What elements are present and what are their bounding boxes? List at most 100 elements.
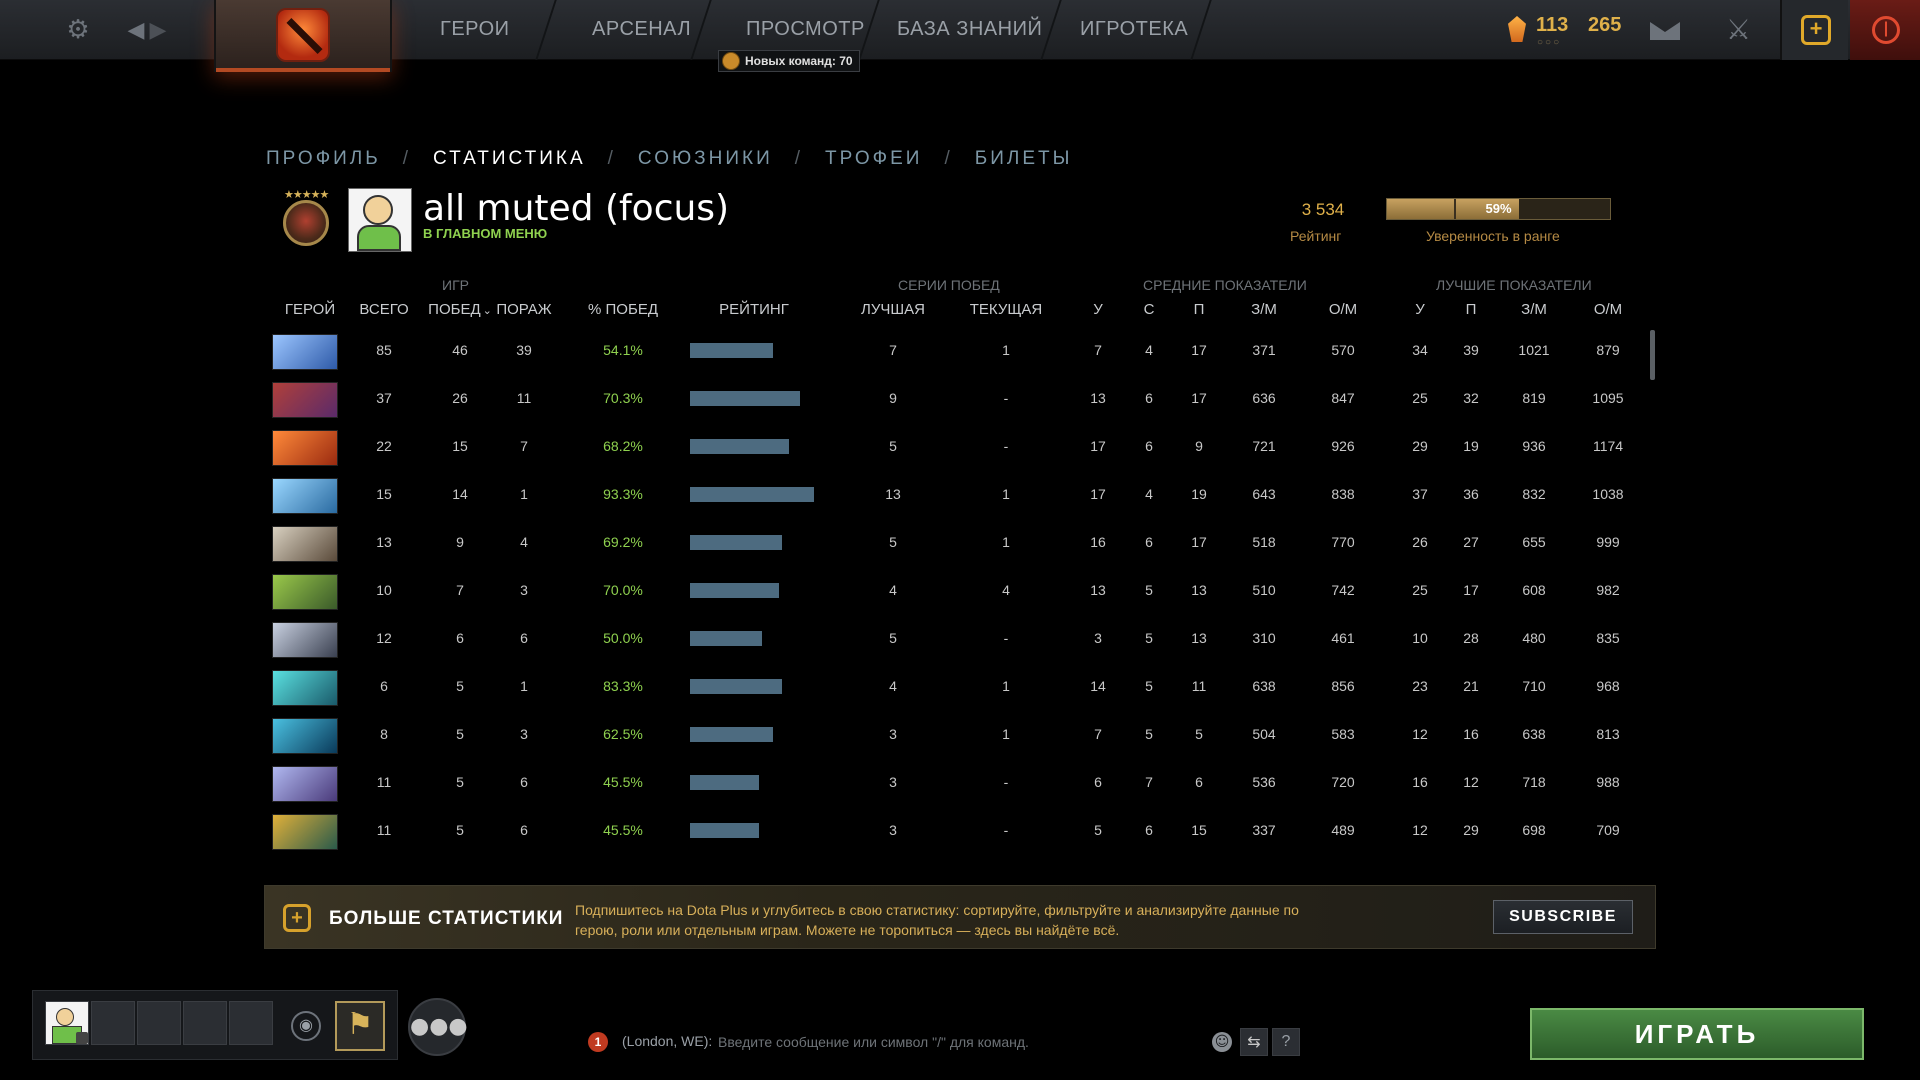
cell-k: 13 <box>1090 390 1106 406</box>
cell-winrate: 45.5% <box>603 822 643 838</box>
col-avg-assists[interactable]: П <box>1194 301 1205 318</box>
table-row[interactable]: 15 14 1 93.3% 13 1 17 4 19 643 838 37 36 832 1038 <box>266 472 1652 520</box>
chat-unread-badge: 1 <box>588 1032 608 1052</box>
cell-current: 1 <box>1002 726 1010 742</box>
party-slot-empty[interactable] <box>229 1001 273 1045</box>
cell-xpm: 570 <box>1331 342 1355 358</box>
mail-icon[interactable] <box>1650 20 1680 40</box>
nav-separator <box>1190 0 1212 60</box>
col-winrate[interactable]: % ПОБЕД <box>588 301 658 318</box>
shard-icon <box>1508 16 1526 42</box>
col-avg-kills[interactable]: У <box>1093 301 1103 318</box>
player-avatar[interactable] <box>348 188 412 252</box>
power-icon: | <box>1872 16 1900 44</box>
cell-wins: 14 <box>452 486 468 502</box>
cell-wins: 15 <box>452 438 468 454</box>
subscribe-button[interactable]: SUBSCRIBE <box>1493 900 1633 934</box>
nav-watch[interactable]: ПРОСМОТР <box>746 18 865 41</box>
nav-arsenal[interactable]: АРСЕНАЛ <box>592 18 691 41</box>
hero-portrait <box>272 382 338 418</box>
armory-icon[interactable]: ⚔ <box>1726 13 1756 46</box>
cell-d: 6 <box>1145 390 1153 406</box>
help-icon[interactable]: ? <box>1272 1028 1300 1056</box>
table-row[interactable]: 10 7 3 70.0% 4 4 13 5 13 510 742 25 17 608 982 <box>266 568 1652 616</box>
col-best-xpm[interactable]: О/М <box>1594 301 1622 318</box>
cell-losses: 1 <box>520 678 528 694</box>
col-best-kills[interactable]: У <box>1415 301 1425 318</box>
dota-plus-tab[interactable]: + <box>1780 0 1848 60</box>
table-row[interactable]: 12 6 6 50.0% 5 - 3 5 13 310 461 10 28 480 835 <box>266 616 1652 664</box>
chat-mode-icon[interactable]: ⇆ <box>1240 1028 1268 1056</box>
forward-arrow-icon[interactable]: ▶ <box>140 12 176 48</box>
cell-total: 37 <box>376 390 392 406</box>
rank-medal[interactable]: ★★★★★ <box>278 188 334 250</box>
tab-separator: / <box>944 148 953 169</box>
rating-bar <box>690 727 773 742</box>
col-avg-xpm[interactable]: О/М <box>1329 301 1357 318</box>
nav-knowledge-base[interactable]: БАЗА ЗНАНИЙ <box>897 18 1042 41</box>
battle-cup-icon[interactable]: ⚑ <box>335 1001 385 1051</box>
tab-trophies[interactable]: ТРОФЕИ <box>825 148 922 170</box>
cell-ba: 32 <box>1463 390 1479 406</box>
table-row[interactable]: 8 5 3 62.5% 3 1 7 5 5 504 583 12 16 638 813 <box>266 712 1652 760</box>
chat-input[interactable] <box>718 1030 1198 1054</box>
cell-xpm: 742 <box>1331 582 1355 598</box>
party-slot-empty[interactable] <box>91 1001 135 1045</box>
table-row[interactable]: 37 26 11 70.3% 9 - 13 6 17 636 847 25 32 819 1095 <box>266 376 1652 424</box>
col-avg-deaths[interactable]: С <box>1144 301 1155 318</box>
table-scrollbar[interactable] <box>1650 330 1655 380</box>
tab-profile[interactable]: ПРОФИЛЬ <box>266 148 381 170</box>
rating-bar <box>690 679 782 694</box>
cell-best: 4 <box>889 678 897 694</box>
voice-icon[interactable]: ◉ <box>291 1011 321 1041</box>
play-button[interactable]: ИГРАТЬ <box>1530 1008 1864 1060</box>
table-row[interactable]: 11 5 6 45.5% 3 - 5 6 15 337 489 12 29 698 709 <box>266 808 1652 856</box>
party-slot-self[interactable] <box>45 1001 89 1045</box>
tab-allies[interactable]: СОЮЗНИКИ <box>638 148 773 170</box>
cell-k: 6 <box>1094 774 1102 790</box>
tab-tickets[interactable]: БИЛЕТЫ <box>975 148 1073 170</box>
tab-statistics[interactable]: СТАТИСТИКА <box>433 148 586 170</box>
cell-winrate: 50.0% <box>603 630 643 646</box>
party-slot-empty[interactable] <box>183 1001 227 1045</box>
col-avg-gpm[interactable]: З/М <box>1251 301 1277 318</box>
cell-bxpm: 835 <box>1596 630 1620 646</box>
cell-losses: 6 <box>520 822 528 838</box>
cell-bgpm: 718 <box>1522 774 1546 790</box>
nav-arcade[interactable]: ИГРОТЕКА <box>1080 18 1188 41</box>
hero-portrait <box>272 526 338 562</box>
table-row[interactable]: 85 46 39 54.1% 7 1 7 4 17 371 570 34 39 1021 879 <box>266 328 1652 376</box>
rating-bar <box>690 439 789 454</box>
cell-best: 5 <box>889 438 897 454</box>
col-current-streak[interactable]: ТЕКУЩАЯ <box>970 301 1043 318</box>
col-wins[interactable]: ПОБЕД ⌄ <box>428 301 492 318</box>
col-total[interactable]: ВСЕГО <box>359 301 408 318</box>
group-header-bests: ЛУЧШИЕ ПОКАЗАТЕЛИ <box>1436 277 1592 293</box>
friends-icon[interactable]: ●●● <box>408 998 468 1056</box>
cell-bk: 25 <box>1412 390 1428 406</box>
exit-tab[interactable]: | <box>1850 0 1920 60</box>
col-rating[interactable]: РЕЙТИНГ <box>719 301 789 318</box>
nav-heroes[interactable]: ГЕРОИ <box>440 18 510 41</box>
cell-bgpm: 832 <box>1522 486 1546 502</box>
col-best-assists[interactable]: П <box>1466 301 1477 318</box>
party-slot-empty[interactable] <box>137 1001 181 1045</box>
col-hero[interactable]: ГЕРОЙ <box>285 301 335 318</box>
emoji-icon[interactable]: ☺ <box>1212 1032 1232 1052</box>
dota-home-tab[interactable] <box>214 0 392 72</box>
table-row[interactable]: 13 9 4 69.2% 5 1 16 6 17 518 770 26 27 655 999 <box>266 520 1652 568</box>
table-row[interactable]: 6 5 1 83.3% 4 1 14 5 11 638 856 23 21 710 968 <box>266 664 1652 712</box>
hero-portrait <box>272 622 338 658</box>
chat-channel[interactable]: (London, WE): <box>622 1033 712 1049</box>
table-row[interactable]: 11 5 6 45.5% 3 - 6 7 6 536 720 16 12 718 988 <box>266 760 1652 808</box>
col-best-gpm[interactable]: З/М <box>1521 301 1547 318</box>
cell-a: 19 <box>1191 486 1207 502</box>
rank-medal-body <box>283 200 329 246</box>
cell-gpm: 721 <box>1252 438 1276 454</box>
col-losses[interactable]: ПОРАЖ <box>496 301 551 318</box>
table-row[interactable]: 22 15 7 68.2% 5 - 17 6 9 721 926 29 19 936 1174 <box>266 424 1652 472</box>
settings-icon[interactable]: ⚙ <box>60 12 96 48</box>
col-best-streak[interactable]: ЛУЧШАЯ <box>861 301 925 318</box>
new-teams-badge[interactable]: Новых команд: 70 <box>718 50 860 72</box>
cell-total: 12 <box>376 630 392 646</box>
